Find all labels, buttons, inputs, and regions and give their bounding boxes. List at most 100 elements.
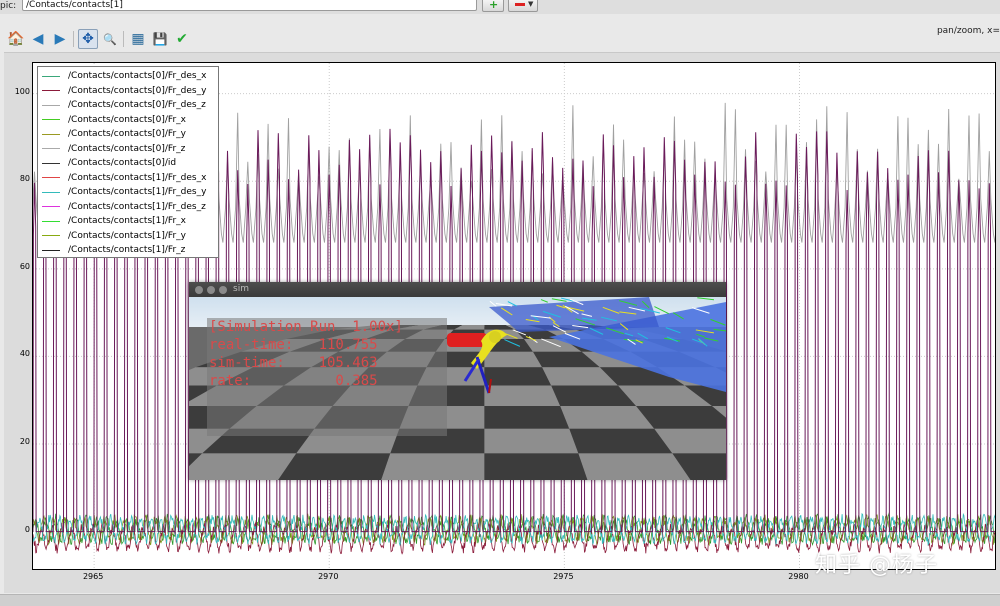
legend-swatch	[42, 191, 60, 193]
legend-entry: /Contacts/contacts[1]/Fr_des_z	[42, 200, 218, 215]
legend-entry: /Contacts/contacts[0]/Fr_y	[42, 127, 218, 142]
x-tick-label: 2965	[82, 572, 104, 581]
toolbar-separator	[73, 31, 74, 47]
legend-label: /Contacts/contacts[0]/Fr_des_y	[68, 85, 207, 96]
legend-swatch	[42, 75, 60, 77]
legend-swatch	[42, 249, 60, 251]
legend-entry: /Contacts/contacts[1]/Fr_des_y	[42, 185, 218, 200]
pan-icon: ✥	[82, 31, 94, 47]
legend: /Contacts/contacts[0]/Fr_des_x/Contacts/…	[37, 66, 219, 258]
rate-label: rate: 0.385	[209, 373, 378, 389]
maximize-window-icon[interactable]	[219, 286, 227, 294]
y-tick-label: 20	[19, 437, 30, 446]
minimize-window-icon[interactable]	[207, 286, 215, 294]
sim-stats-overlay: [Simulation Run 1.00x] real-time: 110.75…	[207, 318, 447, 436]
legend-swatch	[42, 148, 60, 150]
legend-label: /Contacts/contacts[0]/Fr_des_z	[68, 100, 206, 111]
legend-entry: /Contacts/contacts[0]/Fr_des_x	[42, 69, 218, 84]
legend-label: /Contacts/contacts[0]/Fr_z	[68, 143, 186, 154]
floor-tile	[484, 385, 561, 406]
edit-check-icon: ✔	[176, 31, 188, 47]
x-tick-label: 2980	[788, 572, 809, 581]
legend-swatch	[42, 162, 60, 164]
sim-window[interactable]: sim [Simulation Run 1.00x] real-time: 11…	[189, 282, 726, 480]
legend-entry: /Contacts/contacts[1]/Fr_z	[42, 243, 218, 258]
floor-tile	[278, 453, 391, 480]
watermark: 知乎 @杨子	[815, 553, 938, 578]
forward-button[interactable]: ▶	[50, 29, 70, 49]
floor-tile	[484, 351, 543, 368]
floor-tile	[484, 406, 570, 429]
plot-toolbar: 🏠 ◀ ▶ ✥ 🔍 ▦ 💾 ✔	[0, 26, 1000, 52]
real-time-label: real-time: 110.755	[209, 337, 378, 353]
legend-label: /Contacts/contacts[0]/Fr_des_x	[68, 71, 207, 82]
home-button[interactable]: 🏠	[6, 29, 26, 49]
legend-entry: /Contacts/contacts[0]/Fr_x	[42, 113, 218, 128]
floor-tile	[578, 453, 691, 480]
floor-tile	[189, 453, 297, 480]
close-window-icon[interactable]	[195, 286, 203, 294]
forward-icon: ▶	[54, 31, 66, 47]
legend-entry: /Contacts/contacts[0]/id	[42, 156, 218, 171]
sim-titlebar[interactable]: sim	[189, 282, 726, 297]
edit-curves-button[interactable]: ✔	[172, 29, 192, 49]
home-icon: 🏠	[7, 31, 25, 47]
legend-label: /Contacts/contacts[0]/Fr_x	[68, 114, 186, 125]
legend-swatch	[42, 119, 60, 121]
floor-tile	[484, 367, 552, 386]
topic-label: pic:	[0, 1, 17, 11]
subplots-button[interactable]: ▦	[128, 29, 148, 49]
y-tick-label: 60	[19, 261, 30, 271]
legend-label: /Contacts/contacts[1]/Fr_y	[68, 230, 186, 241]
legend-swatch	[42, 235, 60, 237]
legend-label: /Contacts/contacts[1]/Fr_z	[68, 245, 186, 256]
subplots-icon: ▦	[131, 31, 145, 47]
x-tick-label: 2970	[318, 572, 339, 581]
legend-entry: /Contacts/contacts[1]/Fr_des_x	[42, 171, 218, 186]
legend-swatch	[42, 206, 60, 208]
legend-swatch	[42, 133, 60, 135]
save-icon: 💾	[152, 32, 168, 46]
toolbar-separator	[123, 31, 124, 47]
x-tick-label: 2975	[553, 572, 574, 581]
topic-input[interactable]: /Contacts/contacts[1]	[22, 0, 477, 11]
sim-time-label: sim-time: 105.463	[209, 355, 378, 371]
floor-tile	[569, 428, 673, 454]
zoom-button[interactable]: 🔍	[100, 29, 120, 49]
legend-swatch	[42, 177, 60, 179]
legend-label: /Contacts/contacts[1]/Fr_x	[68, 216, 186, 227]
legend-label: /Contacts/contacts[1]/Fr_des_z	[68, 201, 206, 212]
legend-swatch	[42, 90, 60, 92]
plus-icon: +	[489, 0, 499, 11]
floor-tile	[484, 453, 588, 480]
horizontal-scrollbar[interactable]	[0, 594, 1000, 606]
minus-icon	[515, 3, 525, 6]
legend-label: /Contacts/contacts[0]/id	[68, 158, 177, 169]
y-tick-label: 80	[19, 174, 30, 184]
legend-label: /Contacts/contacts[0]/Fr_y	[68, 129, 186, 140]
y-tick-label: 100	[14, 86, 30, 96]
legend-swatch	[42, 104, 60, 106]
floor-tile	[381, 453, 485, 480]
save-button[interactable]: 💾	[150, 29, 170, 49]
legend-label: /Contacts/contacts[1]/Fr_des_x	[68, 172, 207, 183]
chevron-down-icon: ▼	[528, 0, 534, 8]
pan-button[interactable]: ✥	[78, 29, 98, 49]
legend-entry: /Contacts/contacts[0]/Fr_des_z	[42, 98, 218, 113]
legend-entry: /Contacts/contacts[0]/Fr_des_y	[42, 84, 218, 99]
coordinate-status: pan/zoom, x=	[936, 26, 1000, 36]
floor-tile	[484, 428, 579, 454]
remove-topic-button[interactable]: ▼	[508, 0, 538, 12]
back-icon: ◀	[32, 31, 44, 47]
legend-entry: /Contacts/contacts[1]/Fr_y	[42, 229, 218, 244]
back-button[interactable]: ◀	[28, 29, 48, 49]
sim-run-label: [Simulation Run 1.00x]	[209, 319, 403, 335]
zoom-icon: 🔍	[103, 32, 117, 46]
topic-bar: pic: /Contacts/contacts[1] + ▼	[0, 0, 1000, 14]
add-topic-button[interactable]: +	[482, 0, 504, 12]
legend-label: /Contacts/contacts[1]/Fr_des_y	[68, 187, 207, 198]
legend-swatch	[42, 220, 60, 222]
sim-window-title: sim	[233, 284, 249, 294]
y-tick-label: 0	[24, 524, 30, 534]
y-tick-label: 40	[19, 349, 30, 359]
